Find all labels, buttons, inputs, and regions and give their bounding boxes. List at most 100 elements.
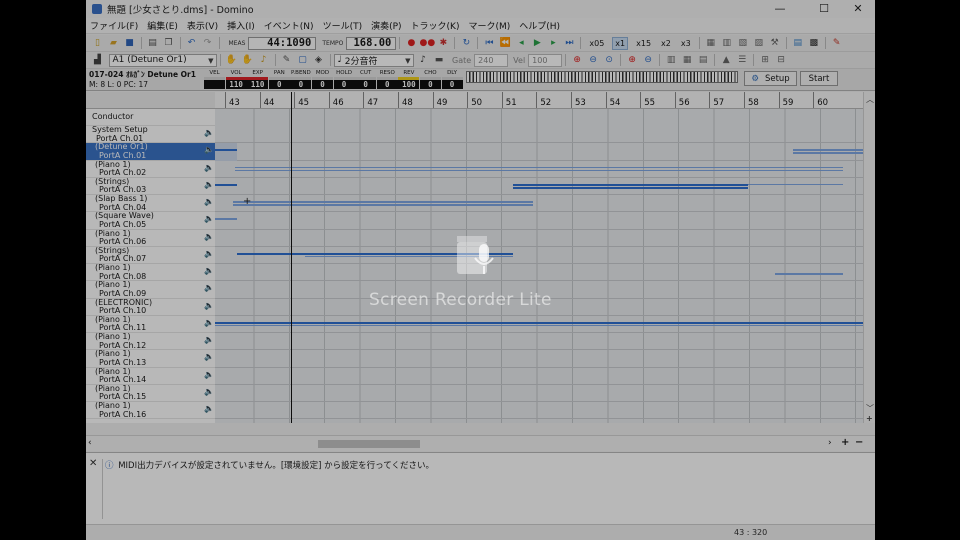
- scroll-up-icon[interactable]: ︿: [866, 94, 874, 105]
- track-row[interactable]: (Piano 1) PortA Ch.12 🔈: [86, 333, 215, 351]
- merge-icon[interactable]: ⊟: [775, 54, 788, 66]
- play-icon[interactable]: ▶: [531, 37, 544, 49]
- param-vol[interactable]: VOL 110: [225, 70, 247, 89]
- tempo-display[interactable]: 168.00: [346, 36, 397, 50]
- go-to-start-icon[interactable]: ⏮: [483, 37, 496, 49]
- note-segment[interactable]: [233, 204, 533, 206]
- step-record-icon[interactable]: ●●: [420, 37, 436, 49]
- track-row[interactable]: (Piano 1) PortA Ch.15 🔈: [86, 385, 215, 402]
- gate-input[interactable]: 240: [474, 53, 509, 67]
- speaker-icon[interactable]: 🔈: [204, 387, 214, 397]
- param-cho[interactable]: CHO 0: [419, 70, 441, 89]
- track-view-icon[interactable]: ▨: [752, 37, 765, 49]
- track-row[interactable]: (Piano 1) PortA Ch.09 🔈: [86, 281, 215, 299]
- zoom-plus-icon[interactable]: +: [866, 414, 873, 423]
- panic-icon[interactable]: ✱: [437, 37, 450, 49]
- param-value[interactable]: 0: [333, 80, 355, 89]
- track-grid[interactable]: +: [215, 109, 863, 423]
- speaker-icon[interactable]: 🔈: [204, 301, 214, 311]
- audition-tool-icon[interactable]: ♪: [257, 54, 270, 66]
- speaker-icon[interactable]: 🔈: [204, 180, 214, 190]
- grid-view-icon[interactable]: ▤: [697, 54, 710, 66]
- track-row[interactable]: (Piano 1) PortA Ch.14 🔈: [86, 368, 215, 385]
- meter-icon[interactable]: ▩: [807, 37, 820, 49]
- menu-mark[interactable]: マーク(M): [468, 19, 510, 32]
- menu-play[interactable]: 演奏(P): [371, 19, 401, 32]
- track-row[interactable]: (Square Wave) PortA Ch.05 🔈: [86, 212, 215, 230]
- menu-event[interactable]: イベント(N): [264, 19, 314, 32]
- menu-file[interactable]: ファイル(F): [90, 19, 138, 32]
- keyboard-view-icon[interactable]: ▥: [665, 54, 678, 66]
- zoom-horizontal-out-icon[interactable]: ⊖: [642, 54, 655, 66]
- speaker-icon[interactable]: 🔈: [204, 215, 214, 224]
- param-value[interactable]: 110: [225, 80, 247, 89]
- speaker-icon[interactable]: 🔈: [204, 335, 214, 345]
- param-cut[interactable]: CUT 0: [355, 70, 377, 89]
- speaker-icon[interactable]: 🔈: [204, 284, 214, 293]
- zoom-out-h-icon[interactable]: −: [855, 437, 863, 448]
- menu-help[interactable]: ヘルプ(H): [519, 19, 560, 32]
- param-exp[interactable]: EXP 110: [247, 70, 269, 89]
- loop-icon[interactable]: ↻: [460, 37, 473, 49]
- settings-wrench-icon[interactable]: ✎: [830, 37, 843, 49]
- piano-roll-view-icon[interactable]: ▦: [704, 37, 717, 49]
- speaker-icon[interactable]: 🔈: [204, 353, 214, 362]
- meas-display[interactable]: 44:1090: [248, 36, 317, 50]
- zoom-fit-icon[interactable]: ⊙: [603, 54, 616, 66]
- param-pbend[interactable]: P.BEND 0: [290, 70, 312, 89]
- note-segment[interactable]: [513, 183, 748, 186]
- param-hold[interactable]: HOLD 0: [333, 70, 355, 89]
- param-value[interactable]: 0: [290, 80, 312, 89]
- start-button[interactable]: Start: [800, 71, 838, 86]
- param-value[interactable]: 0: [419, 80, 441, 89]
- record-icon[interactable]: ●: [405, 37, 418, 49]
- menu-view[interactable]: 表示(V): [187, 19, 218, 32]
- go-to-end-icon[interactable]: ⏭: [563, 37, 576, 49]
- speaker-icon[interactable]: 🔈: [204, 370, 214, 380]
- param-value[interactable]: 0: [311, 80, 333, 89]
- note-segment[interactable]: [775, 273, 843, 275]
- menu-insert[interactable]: 挿入(I): [227, 19, 255, 32]
- speaker-icon[interactable]: 🔈: [204, 146, 214, 155]
- note-length-select[interactable]: ♩ 2分音符 ▼: [333, 53, 414, 67]
- menu-edit[interactable]: 編集(E): [147, 19, 178, 32]
- track-row[interactable]: (Piano 1) PortA Ch.16 🔈: [86, 402, 215, 420]
- note-segment[interactable]: [215, 324, 863, 327]
- select-tool-icon[interactable]: ▢: [296, 54, 309, 66]
- insert-mode-icon[interactable]: ▟: [91, 54, 104, 66]
- note-segment[interactable]: [793, 152, 863, 154]
- param-vel[interactable]: VEL: [204, 70, 225, 89]
- zoom-x1-button[interactable]: x1: [612, 36, 629, 50]
- param-pan[interactable]: PAN 0: [268, 70, 290, 89]
- param-rev[interactable]: REV 100: [398, 70, 420, 89]
- menu-tools[interactable]: ツール(T): [323, 19, 363, 32]
- rewind-icon[interactable]: ⏪: [499, 37, 512, 49]
- param-value[interactable]: 100: [398, 80, 420, 89]
- note-segment[interactable]: [237, 252, 513, 255]
- tie-icon[interactable]: ▬: [433, 54, 446, 66]
- track-row[interactable]: (Piano 1) PortA Ch.06 🔈: [86, 230, 215, 247]
- conductor-track[interactable]: Conductor: [86, 109, 215, 126]
- track-row[interactable]: (Strings) PortA Ch.07 🔈: [86, 247, 215, 264]
- zoom-x05-button[interactable]: x05: [587, 38, 606, 49]
- zoom-in-icon[interactable]: ⊕: [571, 54, 584, 66]
- zoom-x3-button[interactable]: x3: [679, 38, 693, 49]
- pencil-tool-icon[interactable]: ✎: [280, 54, 293, 66]
- note-segment[interactable]: [305, 255, 513, 258]
- previous-icon[interactable]: ◂: [515, 37, 528, 49]
- scroll-left-icon[interactable]: ‹: [88, 438, 92, 448]
- maximize-button[interactable]: ☐: [808, 0, 840, 18]
- param-value[interactable]: [204, 80, 225, 89]
- tools-icon[interactable]: ⚒: [768, 37, 781, 49]
- property-icon[interactable]: ▤: [146, 37, 159, 49]
- scroll-right-icon[interactable]: ›: [828, 438, 832, 448]
- speaker-icon[interactable]: 🔈: [204, 266, 214, 276]
- speaker-icon[interactable]: 🔈: [204, 232, 214, 242]
- param-value[interactable]: 0: [268, 80, 290, 89]
- note-segment[interactable]: [215, 218, 237, 220]
- track-row[interactable]: (Detune Or1) PortA Ch.01 🔈: [86, 143, 215, 161]
- close-icon[interactable]: ✕: [89, 458, 97, 469]
- drum-view-icon[interactable]: ▦: [681, 54, 694, 66]
- track-row[interactable]: (Slap Bass 1) PortA Ch.04 🔈: [86, 195, 215, 213]
- list-icon[interactable]: ☰: [736, 54, 749, 66]
